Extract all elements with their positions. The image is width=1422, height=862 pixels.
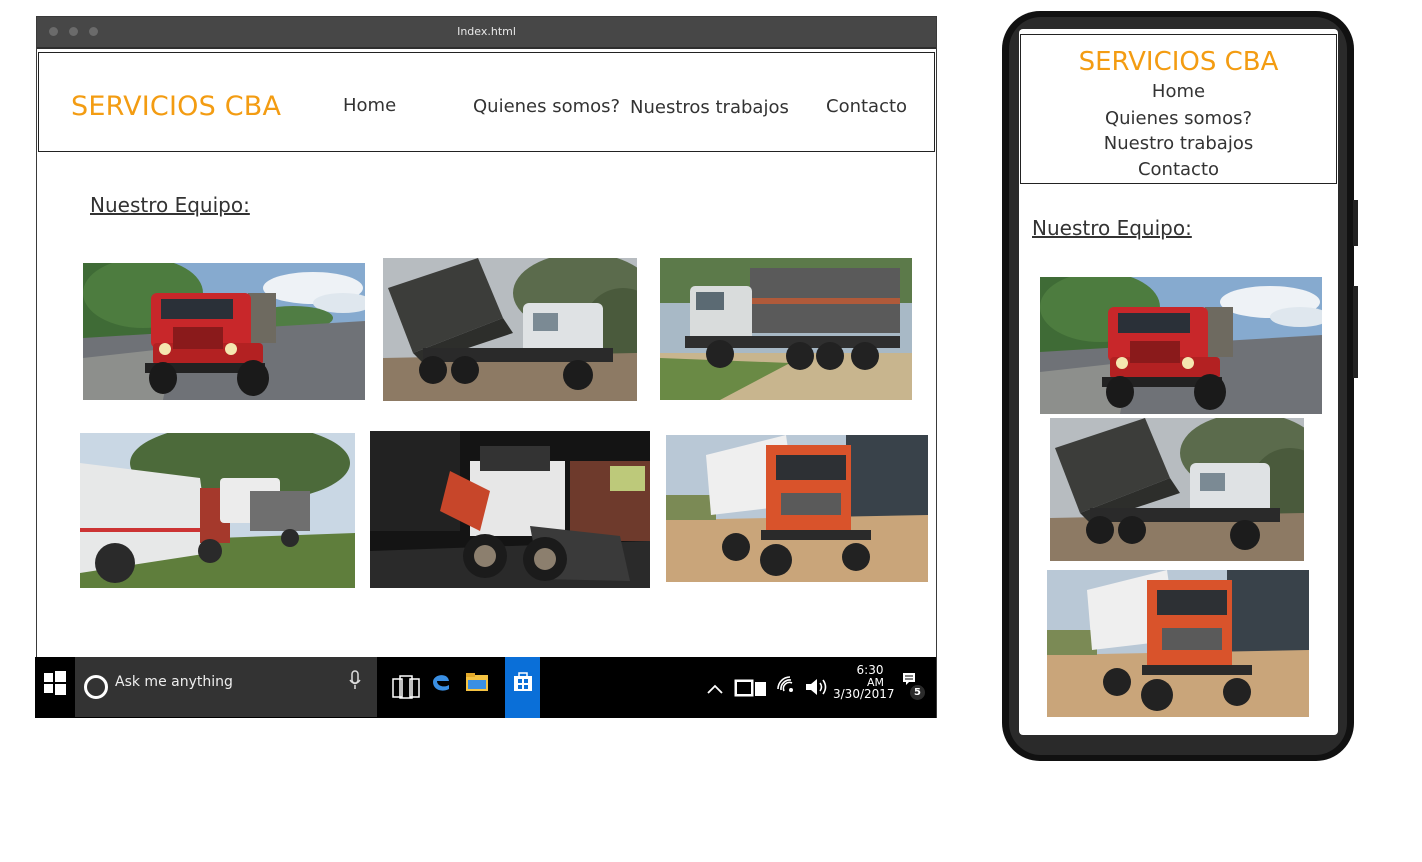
- nav-link-home[interactable]: Home: [343, 95, 396, 116]
- wifi-icon[interactable]: [776, 675, 796, 699]
- search-box[interactable]: Ask me anything: [75, 657, 377, 717]
- store-icon: [512, 670, 534, 696]
- mobile-nav-link-about[interactable]: Quienes somos?: [1021, 108, 1336, 129]
- nav-link-work[interactable]: Nuestros trabajos: [630, 97, 789, 118]
- notification-badge: 5: [910, 685, 925, 700]
- site-brand[interactable]: SERVICIOS CBA: [71, 91, 281, 122]
- clock-time[interactable]: 6:30: [855, 663, 885, 677]
- microphone-icon[interactable]: [348, 670, 362, 696]
- window-title: Index.html: [457, 25, 516, 38]
- site-header: SERVICIOS CBA Home Quienes somos? Nuestr…: [38, 52, 935, 152]
- windows-taskbar: Ask me anything 6:30 AM 3/30/2017 5: [35, 657, 936, 718]
- phone-screen: SERVICIOS CBA Home Quienes somos? Nuestr…: [1019, 29, 1338, 735]
- file-explorer-icon[interactable]: [465, 672, 489, 696]
- photo-grey-dump-truck: [660, 258, 912, 400]
- photo-white-dump-trailer: [80, 433, 355, 588]
- phone-volume-button: [1353, 200, 1358, 246]
- search-placeholder: Ask me anything: [115, 674, 233, 690]
- mobile-section-title: Nuestro Equipo:: [1032, 216, 1192, 240]
- mobile-site-brand[interactable]: SERVICIOS CBA: [1021, 47, 1336, 77]
- edge-icon[interactable]: [430, 670, 452, 696]
- photo-tipper-raised: [383, 258, 637, 401]
- mobile-photo-tipper-raised: [1050, 418, 1304, 561]
- chevron-up-icon[interactable]: [707, 679, 723, 698]
- mobile-site-header: SERVICIOS CBA Home Quienes somos? Nuestr…: [1020, 34, 1337, 184]
- photo-red-truck: [83, 263, 365, 400]
- mobile-nav-link-contact[interactable]: Contacto: [1021, 159, 1336, 180]
- nav-link-contact[interactable]: Contacto: [826, 96, 907, 117]
- tablet-mode-icon[interactable]: [734, 678, 768, 702]
- clock-date[interactable]: 3/30/2017: [833, 687, 895, 701]
- section-title: Nuestro Equipo:: [90, 193, 250, 217]
- task-view-icon[interactable]: [392, 674, 422, 704]
- phone-power-button: [1353, 286, 1358, 378]
- window-titlebar[interactable]: Index.html: [37, 17, 936, 49]
- windows-start-icon[interactable]: [35, 657, 73, 718]
- photo-skid-steer-loader: [370, 431, 650, 588]
- mobile-nav-link-work[interactable]: Nuestro trabajos: [1021, 133, 1336, 154]
- nav-link-about[interactable]: Quienes somos?: [473, 96, 620, 117]
- volume-icon[interactable]: [804, 676, 830, 702]
- store-taskbar-button[interactable]: [505, 657, 540, 718]
- browser-window: Index.html SERVICIOS CBA Home Quienes so…: [36, 16, 937, 718]
- mobile-photo-red-truck: [1040, 277, 1322, 414]
- mobile-nav-link-home[interactable]: Home: [1021, 81, 1336, 102]
- mobile-photo-orange-dump-truck: [1047, 570, 1309, 717]
- photo-orange-dump-truck: [666, 435, 928, 582]
- cortana-icon[interactable]: [84, 675, 108, 699]
